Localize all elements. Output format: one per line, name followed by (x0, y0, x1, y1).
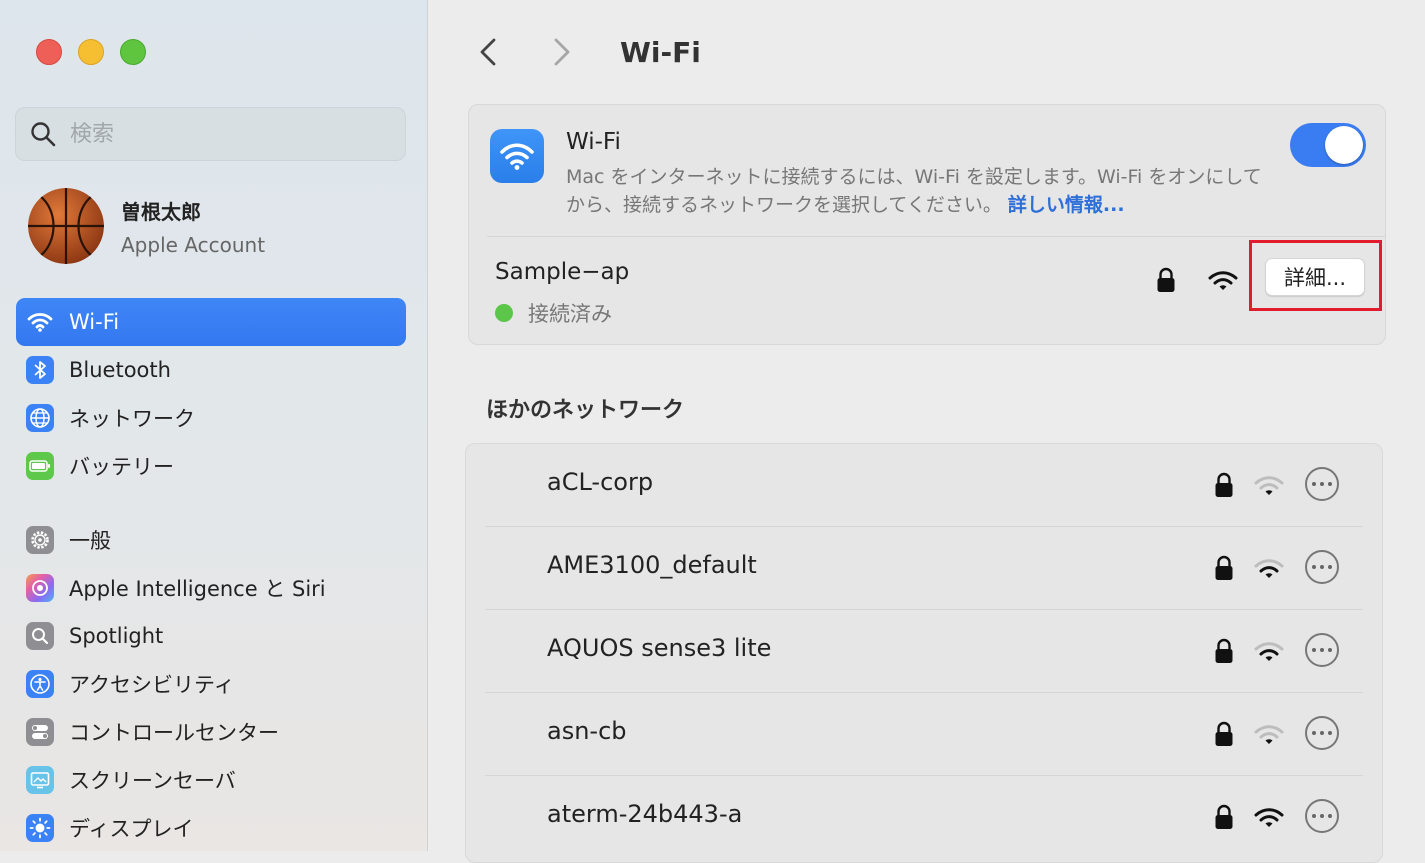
connection-status-text: 接続済み (528, 302, 612, 326)
toggles-icon (26, 718, 54, 746)
sidebar-item-label: Spotlight (69, 624, 164, 648)
wifi-signal-medium-icon (1254, 642, 1284, 661)
wifi-signal-weak-icon (1254, 725, 1284, 744)
bluetooth-icon (26, 356, 54, 384)
network-row[interactable]: asn-cb (466, 693, 1382, 776)
toolbar: Wi-Fi (468, 28, 701, 76)
network-name: AQUOS sense3 lite (547, 634, 772, 662)
wifi-title: Wi-Fi (566, 129, 621, 155)
avatar (28, 188, 104, 264)
siri-icon (26, 574, 54, 602)
sidebar-item-bluetooth[interactable]: Bluetooth (16, 346, 406, 394)
account-subtitle: Apple Account (121, 232, 266, 257)
connected-network-name: Sample−ap (495, 259, 630, 285)
sidebar-item-label: ディスプレイ (69, 817, 194, 841)
network-name: asn-cb (547, 717, 627, 745)
basketball-avatar-icon (28, 188, 104, 264)
networks-list: aCL-corp AME3100_default AQUOS sense3 li… (465, 443, 1383, 863)
sidebar-item-label: コントロールセンター (69, 721, 279, 745)
sidebar-item-accessibility[interactable]: アクセシビリティ (16, 660, 406, 708)
network-name: AME3100_default (547, 551, 757, 579)
apple-account[interactable]: 曽根太郎 Apple Account (28, 188, 265, 264)
wifi-description: Mac をインターネットに接続するには、Wi-Fi を設定します。Wi-Fi を… (566, 163, 1266, 219)
sidebar-item-wifi[interactable]: Wi-Fi (16, 298, 406, 346)
network-row[interactable]: aCL-corp (466, 444, 1382, 527)
more-options-button[interactable] (1305, 799, 1339, 833)
sun-icon (26, 814, 54, 842)
wifi-toggle[interactable] (1290, 123, 1366, 167)
sidebar-item-label: アクセシビリティ (69, 673, 235, 697)
page-title: Wi-Fi (620, 35, 701, 69)
sidebar-item-label: スクリーンセーバ (69, 769, 236, 793)
sidebar-item-label: Wi-Fi (69, 310, 120, 334)
network-name: aCL-corp (547, 468, 654, 496)
wifi-settings-icon (490, 129, 544, 183)
sidebar-item-label: Bluetooth (69, 358, 171, 382)
minimize-window-button[interactable] (78, 39, 104, 65)
sidebar-item-display[interactable]: ディスプレイ (16, 804, 406, 852)
more-options-button[interactable] (1305, 633, 1339, 667)
screensaver-icon (26, 766, 54, 794)
connected-network-row: Sample−ap 接続済み 詳細... (469, 237, 1385, 345)
lock-icon (1215, 472, 1233, 497)
sidebar: 曽根太郎 Apple Account Wi-Fi Bluetooth (0, 0, 428, 851)
sidebar-item-label: 一般 (69, 529, 111, 553)
lock-icon (1215, 721, 1233, 746)
highlight-box (1249, 240, 1382, 311)
forward-button[interactable] (542, 28, 582, 76)
other-networks-title: ほかのネットワーク (486, 398, 685, 423)
network-row[interactable]: AQUOS sense3 lite (466, 610, 1382, 693)
sidebar-item-general[interactable]: 一般 (16, 516, 406, 564)
back-button[interactable] (468, 28, 508, 76)
close-window-button[interactable] (36, 39, 62, 65)
lock-icon (1215, 804, 1233, 829)
zoom-window-button[interactable] (120, 39, 146, 65)
more-options-button[interactable] (1305, 716, 1339, 750)
globe-icon (26, 404, 54, 432)
sidebar-item-apple-intelligence-siri[interactable]: Apple Intelligence と Siri (16, 564, 406, 612)
sidebar-item-network[interactable]: ネットワーク (16, 394, 406, 442)
gear-icon (26, 526, 54, 554)
status-dot (495, 304, 513, 322)
more-options-button[interactable] (1305, 467, 1339, 501)
sidebar-item-screensaver[interactable]: スクリーンセーバ (16, 756, 406, 804)
wifi-signal-weak-icon (1254, 476, 1284, 495)
wifi-icon (26, 308, 54, 336)
connection-status: 接続済み (495, 298, 612, 328)
wifi-signal-medium-icon (1254, 559, 1284, 578)
sidebar-item-battery[interactable]: バッテリー (16, 442, 406, 490)
wifi-signal-icon (1208, 271, 1238, 290)
network-row[interactable]: aterm-24b443-a (466, 776, 1382, 859)
battery-icon (26, 452, 54, 480)
main-content: Wi-Fi Wi-Fi Mac をインターネットに接続するには、Wi-Fi を設… (428, 0, 1425, 863)
lock-icon (1215, 555, 1233, 580)
wifi-description-text: Mac をインターネットに接続するには、Wi-Fi を設定します。Wi-Fi を… (566, 166, 1262, 216)
sidebar-item-label: ネットワーク (69, 407, 195, 431)
sidebar-item-label: バッテリー (69, 455, 174, 479)
network-name: aterm-24b443-a (547, 800, 743, 828)
chevron-left-icon (480, 38, 496, 66)
window-controls (36, 39, 146, 65)
lock-icon (1157, 267, 1175, 292)
wifi-signal-strong-icon (1254, 808, 1284, 827)
accessibility-icon (26, 670, 54, 698)
sidebar-item-spotlight[interactable]: Spotlight (16, 612, 406, 660)
sidebar-item-control-center[interactable]: コントロールセンター (16, 708, 406, 756)
magnifier-icon (26, 622, 54, 650)
sidebar-item-label: Apple Intelligence と Siri (69, 577, 326, 601)
toggle-knob (1325, 126, 1363, 164)
search-icon (31, 122, 56, 147)
chevron-right-icon (554, 38, 570, 66)
sidebar-nav: Wi-Fi Bluetooth ネットワーク バッテリー 一般 Apple In… (16, 298, 406, 852)
search-field[interactable] (15, 107, 406, 161)
network-row[interactable]: AME3100_default (466, 527, 1382, 610)
more-info-link[interactable]: 詳しい情報... (1008, 194, 1125, 216)
search-input[interactable] (68, 120, 372, 148)
lock-icon (1215, 638, 1233, 663)
more-options-button[interactable] (1305, 550, 1339, 584)
account-name: 曽根太郎 (121, 199, 201, 224)
